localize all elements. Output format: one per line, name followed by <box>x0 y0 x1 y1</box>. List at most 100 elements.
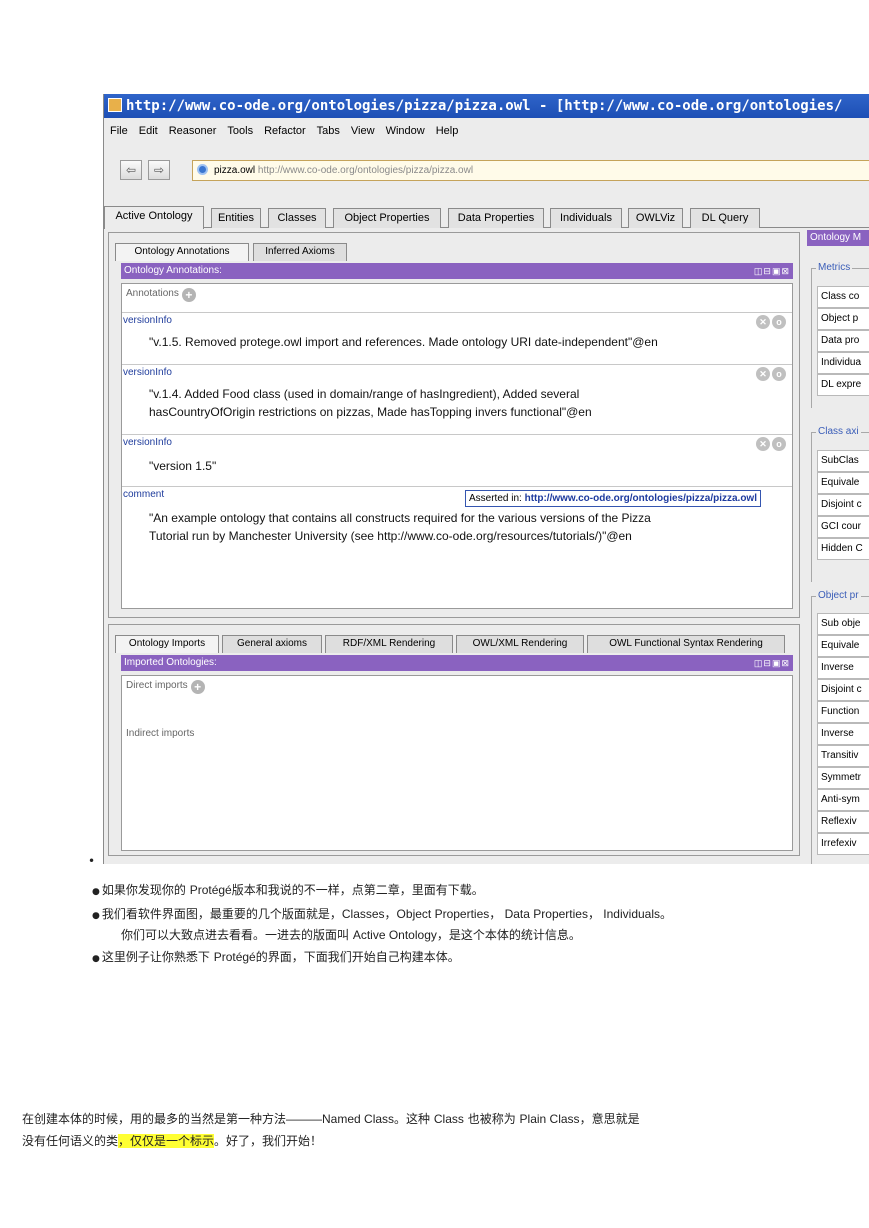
metric-cell: Class co <box>817 286 869 308</box>
metric-cell: Symmetr <box>817 767 869 789</box>
delete-icon[interactable]: ✕ <box>756 437 770 451</box>
metric-cell: Function <box>817 701 869 723</box>
metric-cell: Inverse <box>817 723 869 745</box>
tab-data-properties[interactable]: Data Properties <box>448 208 544 228</box>
menu-reasoner[interactable]: Reasoner <box>169 121 217 141</box>
metric-cell: Irrefexiv <box>817 833 869 855</box>
tab-ontology-imports[interactable]: Ontology Imports <box>115 635 219 653</box>
annotation-row[interactable]: versionInfo ✕ o "v.1.4. Added Food class … <box>122 364 792 434</box>
note-bullet-1: ● 如果你发现你的 Protégé版本和我说的不一样，点第二章，里面有下载。 <box>92 883 484 897</box>
ontology-uri: http://www.co-ode.org/ontologies/pizza/p… <box>257 165 474 176</box>
tab-entities[interactable]: Entities <box>211 208 261 228</box>
para1-text-c: 也被称为 <box>463 1112 520 1126</box>
note3-text-b: 的界面，下面我们开始自己构建本体。 <box>255 950 460 964</box>
add-annotation-icon[interactable]: + <box>181 288 196 302</box>
note3-text-a: 这里例子让你熟悉下 <box>101 950 214 964</box>
protege-app-icon <box>108 98 122 112</box>
annotation-buttons: ✕ o <box>754 367 786 381</box>
annotation-value-line1: "v.1.4. Added Food class (used in domain… <box>149 387 580 401</box>
annotations-header: Annotations + <box>126 288 196 302</box>
annotation-row[interactable]: versionInfo ✕ o "version 1.5" <box>122 434 792 486</box>
metric-cell: GCI cour <box>817 516 869 538</box>
menu-bar: File Edit Reasoner Tools Refactor Tabs View Win… <box>104 121 463 141</box>
metric-cell: SubClas <box>817 450 869 472</box>
menu-file[interactable]: File <box>110 121 128 141</box>
tab-active-ontology[interactable]: Active Ontology <box>104 206 204 229</box>
tab-ontology-annotations[interactable]: Ontology Annotations <box>115 243 249 261</box>
tooltip-prefix: Asserted in: <box>469 493 525 504</box>
ontology-name: pizza.owl <box>214 165 256 176</box>
back-arrow-icon[interactable]: ⇦ <box>120 160 142 180</box>
note3-latin: Protégé <box>213 950 256 964</box>
metric-cell: Equivale <box>817 472 869 494</box>
para1-latin3: Plain Class <box>519 1112 580 1126</box>
class-axioms-title: Class axi <box>816 426 861 437</box>
tab-inferred-axioms[interactable]: Inferred Axioms <box>253 243 347 261</box>
view-controls-icon[interactable]: ◫⊟▣⊠ <box>754 658 790 668</box>
annotation-value-line1: "v.1.5. Removed protege.owl import and r… <box>149 335 658 349</box>
edit-icon[interactable]: o <box>772 437 786 451</box>
tab-individuals[interactable]: Individuals <box>550 208 622 228</box>
delete-icon[interactable]: ✕ <box>756 367 770 381</box>
menu-tabs[interactable]: Tabs <box>317 121 340 141</box>
note2-line2-text-b: ，是这个本体的统计信息。 <box>436 928 581 942</box>
annotation-property[interactable]: versionInfo <box>123 437 172 448</box>
tab-owl-functional-syntax[interactable]: OWL Functional Syntax Rendering <box>587 635 785 653</box>
note2-text-a: 我们看软件界面图，最重要的几个版面就是， <box>101 907 342 921</box>
metric-cell: DL expre <box>817 374 869 396</box>
forward-arrow-icon[interactable]: ⇨ <box>148 160 170 180</box>
edit-icon[interactable]: o <box>772 367 786 381</box>
imports-view-title-text: Imported Ontologies: <box>124 657 217 668</box>
tab-owl-xml-rendering[interactable]: OWL/XML Rendering <box>456 635 584 653</box>
metrics-group-title: Metrics <box>816 262 853 273</box>
annotation-buttons: ✕ o <box>754 315 786 329</box>
menu-view[interactable]: View <box>351 121 375 141</box>
window-titlebar: http://www.co-ode.org/ontologies/pizza/p… <box>104 94 869 118</box>
metrics-view-title: Ontology M <box>807 230 869 246</box>
menu-tools[interactable]: Tools <box>227 121 253 141</box>
annotation-value-line1: "version 1.5" <box>149 459 217 473</box>
metric-cell: Transitiv <box>817 745 869 767</box>
imports-view-title: Imported Ontologies: ◫⊟▣⊠ <box>121 655 793 671</box>
menu-help[interactable]: Help <box>436 121 459 141</box>
asserted-in-tooltip: Asserted in: http://www.co-ode.org/ontol… <box>465 490 761 507</box>
metric-cell: Sub obje <box>817 613 869 635</box>
para1-text-d: ，意思就是 <box>579 1112 640 1126</box>
add-import-icon[interactable]: + <box>190 680 205 694</box>
note-bullet-2: ● 我们看软件界面图，最重要的几个版面就是，Classes，Object Prop… <box>92 907 673 921</box>
tab-rdf-xml-rendering[interactable]: RDF/XML Rendering <box>325 635 453 653</box>
annotation-value-line2: hasCountryOfOrigin restrictions on pizza… <box>149 405 592 419</box>
indirect-imports-label: Indirect imports <box>126 728 195 739</box>
delete-icon[interactable]: ✕ <box>756 315 770 329</box>
annotation-row[interactable]: versionInfo ✕ o "v.1.5. Removed protege.o… <box>122 312 792 364</box>
metric-cell: Reflexiv <box>817 811 869 833</box>
annotation-property[interactable]: comment <box>123 489 164 500</box>
tab-object-properties[interactable]: Object Properties <box>333 208 441 228</box>
menu-window[interactable]: Window <box>386 121 425 141</box>
note1-text-a: 如果你发现你的 <box>101 883 190 897</box>
para1-latin: ———Named Class <box>286 1112 395 1126</box>
metric-cell: Data pro <box>817 330 869 352</box>
metric-cell: Disjoint c <box>817 494 869 516</box>
tab-classes[interactable]: Classes <box>268 208 326 228</box>
note-bullet-3: ● 这里例子让你熟悉下 Protégé的界面，下面我们开始自己构建本体。 <box>92 950 460 964</box>
tab-owlviz[interactable]: OWLViz <box>628 208 683 228</box>
menu-refactor[interactable]: Refactor <box>264 121 306 141</box>
tab-dl-query[interactable]: DL Query <box>690 208 760 228</box>
note2-line2-text-a: 你们可以大致点进去看看。一进去的版面叫 <box>121 928 353 942</box>
direct-imports-label: Direct imports <box>126 680 188 691</box>
annotation-property[interactable]: versionInfo <box>123 367 172 378</box>
view-controls-icon[interactable]: ◫⊟▣⊠ <box>754 266 790 276</box>
tooltip-uri[interactable]: http://www.co-ode.org/ontologies/pizza/p… <box>525 493 757 504</box>
ontology-imports-panel: Ontology Imports General axioms RDF/XML … <box>108 624 800 856</box>
edit-icon[interactable]: o <box>772 315 786 329</box>
ontology-address-bar[interactable]: pizza.owl http://www.co-ode.org/ontologi… <box>192 160 869 181</box>
annotation-property[interactable]: versionInfo <box>123 315 172 326</box>
menu-edit[interactable]: Edit <box>139 121 158 141</box>
note2-latin: Classes，Object Properties， Data Properti… <box>341 907 661 921</box>
tab-general-axioms[interactable]: General axioms <box>222 635 322 653</box>
ontology-metrics-panel: Ontology M Metrics Class co Object p Dat… <box>807 228 869 864</box>
annotation-buttons: ✕ o <box>754 437 786 451</box>
protege-window: http://www.co-ode.org/ontologies/pizza/p… <box>103 94 869 864</box>
window-title: http://www.co-ode.org/ontologies/pizza/p… <box>126 98 843 114</box>
